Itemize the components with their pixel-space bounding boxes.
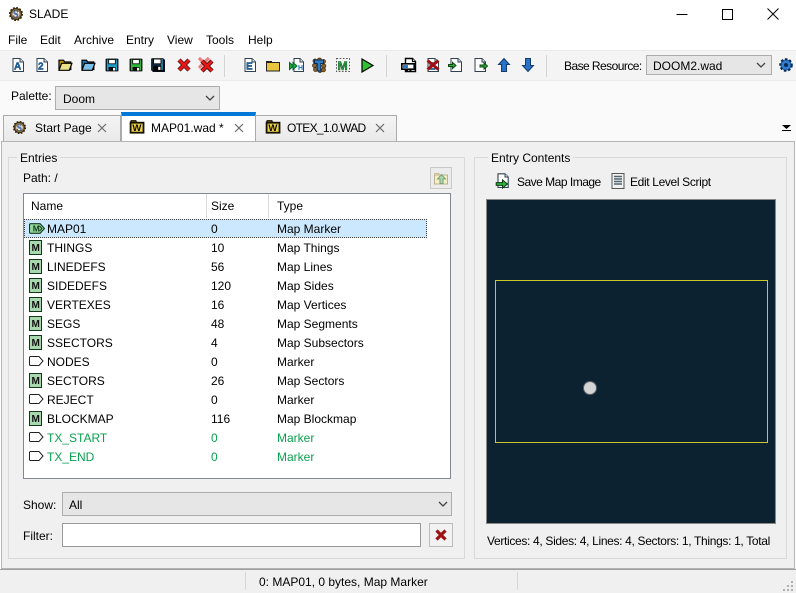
svg-text:M: M: [32, 281, 40, 292]
svg-text:E: E: [246, 62, 253, 73]
svg-text:M: M: [32, 300, 40, 311]
svg-text:A: A: [14, 62, 21, 73]
svg-text:M: M: [32, 414, 40, 425]
svg-text:H: H: [298, 65, 303, 72]
svg-text:M: M: [33, 224, 40, 234]
svg-text:2: 2: [38, 62, 44, 73]
svg-text:M: M: [32, 262, 40, 273]
svg-text:M: M: [338, 59, 348, 73]
svg-text:S: S: [17, 124, 22, 134]
svg-text:M: M: [32, 319, 40, 330]
svg-text:M: M: [32, 243, 40, 254]
svg-text:M: M: [32, 376, 40, 387]
svg-text:W: W: [132, 123, 141, 134]
svg-text:W: W: [268, 123, 277, 134]
svg-text:S: S: [13, 10, 19, 21]
svg-text:M: M: [32, 338, 40, 349]
